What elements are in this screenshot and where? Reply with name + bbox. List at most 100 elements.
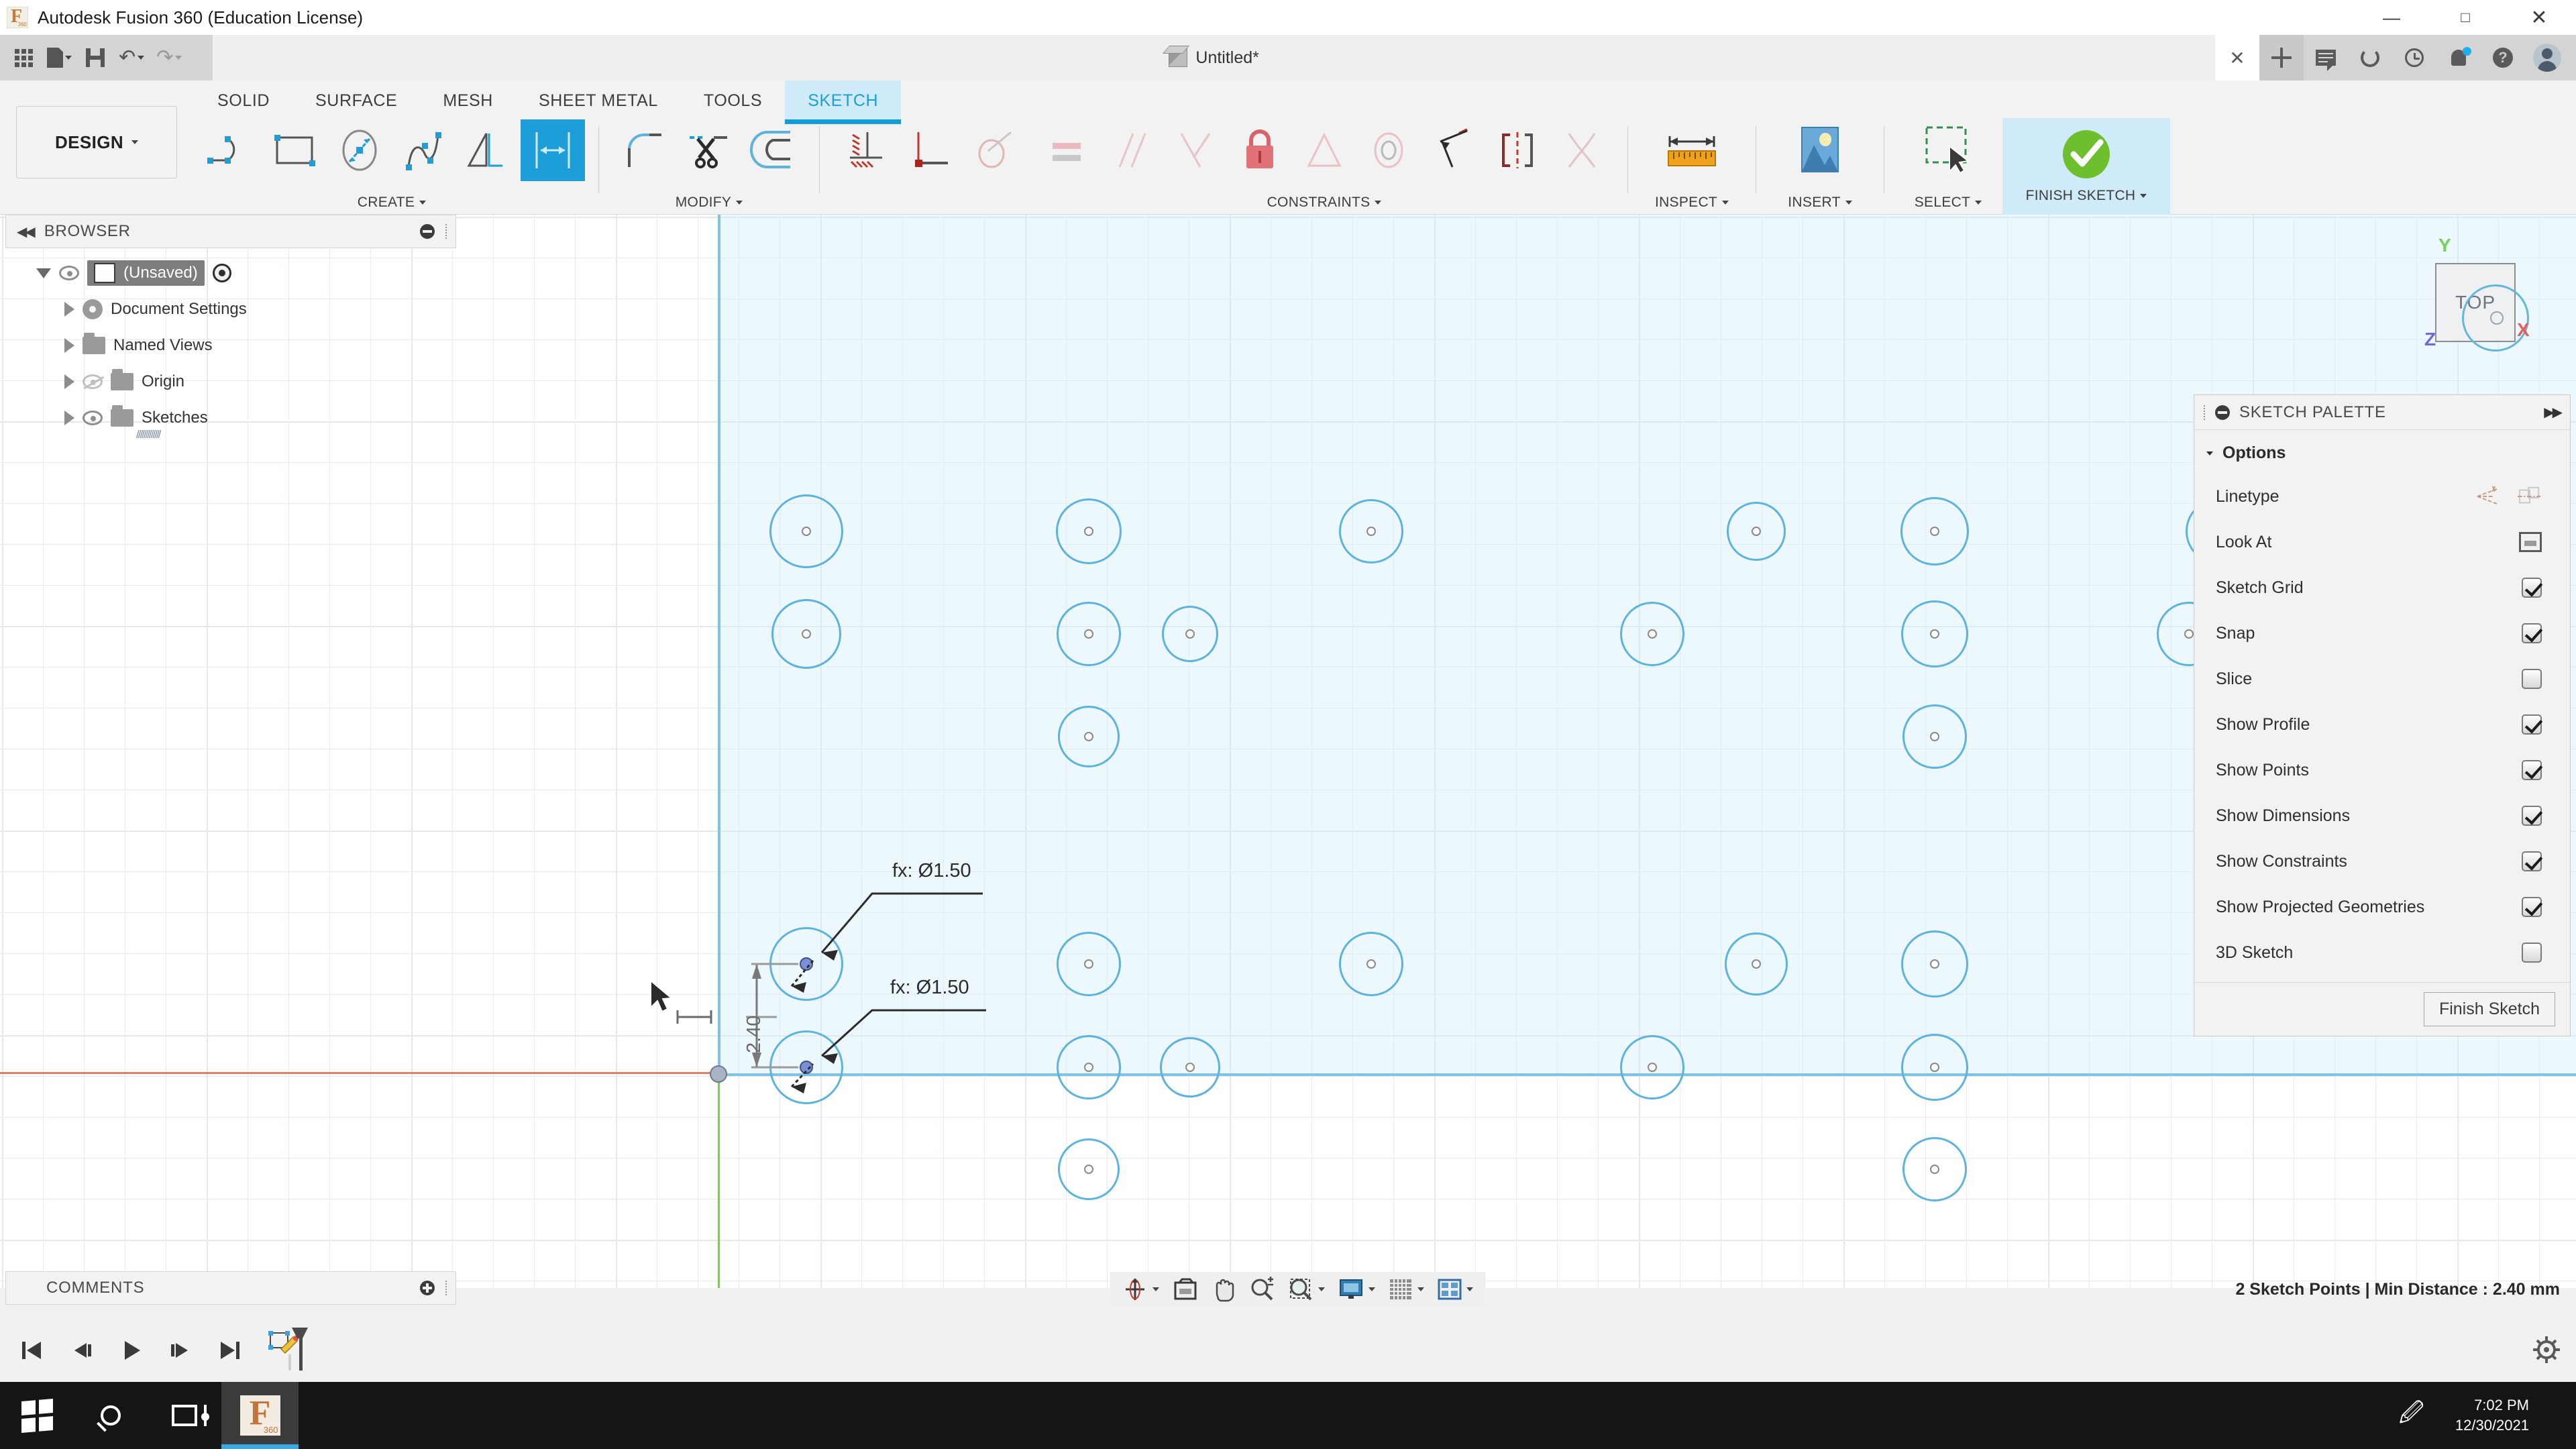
timeline-step-back-button[interactable] — [66, 1335, 97, 1366]
midpoint-constraint-button[interactable] — [1292, 119, 1356, 181]
rectangle-tool-button[interactable] — [263, 119, 327, 181]
tree-item-document-settings[interactable]: Document Settings — [5, 291, 456, 327]
timeline-jump-end-button[interactable] — [215, 1335, 246, 1366]
visibility-eye-icon[interactable] — [59, 266, 79, 280]
offset-tool-button[interactable] — [741, 119, 806, 181]
tree-item-origin[interactable]: Origin — [5, 364, 456, 400]
look-at-icon[interactable] — [2519, 532, 2542, 552]
visibility-eye-icon[interactable] — [83, 411, 103, 425]
chevron-down-icon[interactable] — [36, 268, 51, 278]
help-button[interactable]: ? — [2481, 35, 2525, 80]
sketch-point[interactable] — [1930, 959, 1939, 969]
visibility-eye-off-icon[interactable] — [83, 374, 103, 389]
pen-icon[interactable]: 🖉 — [2380, 1395, 2443, 1436]
tab-sheet-metal[interactable]: SHEET METAL — [516, 80, 681, 120]
insert-image-tool-button[interactable] — [1770, 107, 1870, 194]
sketch-point[interactable] — [802, 527, 811, 536]
tree-item-named-views[interactable]: Named Views — [5, 327, 456, 364]
show-points-checkbox[interactable] — [2522, 760, 2542, 780]
rectangular-pattern-tool-button[interactable] — [521, 119, 585, 181]
sketch-grid-checkbox[interactable] — [2522, 578, 2542, 598]
account-button[interactable] — [2525, 35, 2569, 80]
sketch-dimension-tool-button[interactable] — [833, 119, 898, 181]
3d-sketch-checkbox[interactable] — [2522, 943, 2542, 963]
show-dimensions-checkbox[interactable] — [2522, 806, 2542, 826]
minimize-icon[interactable]: — — [2355, 0, 2428, 35]
close-icon[interactable]: ✕ — [2502, 0, 2576, 35]
tree-item-sketches[interactable]: Sketches ///////////// — [5, 400, 456, 441]
coincident-constraint-button[interactable] — [962, 119, 1026, 181]
collapse-left-icon[interactable]: ◀◀ — [17, 223, 36, 240]
taskbar-app-fusion360[interactable] — [221, 1382, 299, 1449]
select-tool-button[interactable] — [1898, 107, 1998, 194]
snap-checkbox[interactable] — [2522, 623, 2542, 643]
finish-sketch-button[interactable]: FINISH SKETCH — [2002, 118, 2170, 215]
sketch-point[interactable] — [1930, 1165, 1939, 1174]
sketch-point[interactable] — [1366, 959, 1376, 969]
show-profile-checkbox[interactable] — [2522, 714, 2542, 735]
sketch-point[interactable] — [1084, 527, 1093, 536]
sketch-point[interactable] — [1648, 1063, 1657, 1072]
chevron-right-icon[interactable] — [64, 374, 74, 389]
taskbar-clock[interactable]: 7:02 PM 12/30/2021 — [2443, 1395, 2541, 1435]
sketch-point[interactable] — [1185, 629, 1195, 639]
redo-button[interactable]: ↷ — [152, 40, 186, 75]
recent-documents-button[interactable] — [2392, 35, 2436, 80]
tab-tools[interactable]: TOOLS — [681, 80, 785, 120]
tab-sketch[interactable]: SKETCH — [785, 80, 902, 124]
look-at-button[interactable] — [1166, 1272, 1205, 1307]
timeline-sketch-feature[interactable] — [264, 1327, 311, 1374]
origin-point[interactable] — [710, 1065, 727, 1083]
view-cube-home-dot[interactable] — [2490, 311, 2504, 325]
viewports-button[interactable] — [1431, 1272, 1480, 1307]
sketch-point[interactable] — [1084, 732, 1093, 741]
spline-tool-button[interactable] — [392, 119, 456, 181]
show-projected-geometries-checkbox[interactable] — [2522, 897, 2542, 917]
fillet-tool-button[interactable] — [612, 119, 677, 181]
minus-circle-icon[interactable] — [2215, 405, 2230, 420]
chevron-right-icon[interactable] — [64, 338, 74, 353]
perpendicular-constraint-button[interactable] — [1163, 119, 1228, 181]
sketch-point[interactable] — [1084, 959, 1093, 969]
tree-item-unsaved[interactable]: (Unsaved) — [5, 255, 456, 291]
notifications-button[interactable] — [2436, 35, 2481, 80]
new-tab-button[interactable] — [2259, 35, 2304, 80]
sketch-point[interactable] — [1930, 527, 1939, 536]
grid-snaps-button[interactable] — [1382, 1272, 1431, 1307]
sketch-point[interactable] — [1084, 1063, 1093, 1072]
sketch-point[interactable] — [1930, 1063, 1939, 1072]
timeline-play-button[interactable] — [115, 1335, 146, 1366]
taskbar-search-button[interactable] — [74, 1382, 148, 1449]
comments-panel-header[interactable]: COMMENTS — [5, 1271, 456, 1305]
file-menu-button[interactable] — [43, 40, 76, 75]
diameter-dimension-top[interactable]: fx: Ø1.50 — [892, 860, 971, 882]
timeline-step-forward-button[interactable] — [165, 1335, 196, 1366]
sketch-point-selected[interactable] — [800, 1061, 813, 1074]
distance-dimension-vertical[interactable]: 2.40 — [743, 1016, 765, 1053]
concentric-constraint-button[interactable] — [1356, 119, 1421, 181]
symmetry-constraint-button[interactable] — [1485, 119, 1550, 181]
sketch-point[interactable] — [1930, 629, 1939, 639]
sketch-point[interactable] — [1930, 732, 1939, 741]
pan-button[interactable] — [1205, 1272, 1242, 1307]
add-comment-icon[interactable] — [420, 1281, 435, 1295]
diameter-dimension-bottom[interactable]: fx: Ø1.50 — [890, 977, 969, 999]
zoom-button[interactable] — [1242, 1272, 1281, 1307]
circle-tool-button[interactable] — [327, 119, 392, 181]
radio-icon[interactable] — [212, 264, 231, 282]
sketch-point[interactable] — [1648, 629, 1657, 639]
sketch-point[interactable] — [1752, 527, 1761, 536]
fix-unfix-constraint-button[interactable] — [1228, 119, 1292, 181]
equal-constraint-button[interactable] — [1034, 119, 1099, 181]
chevron-right-icon[interactable] — [64, 411, 74, 425]
sketch-point[interactable] — [1084, 1165, 1093, 1174]
panel-grip[interactable] — [2204, 405, 2206, 420]
trim-tool-button[interactable] — [677, 119, 741, 181]
tab-solid[interactable]: SOLID — [195, 80, 292, 120]
minus-circle-icon[interactable] — [420, 224, 435, 239]
construction-line-icon[interactable] — [2475, 485, 2500, 508]
comments-button[interactable] — [2304, 35, 2348, 80]
sketch-point-selected[interactable] — [800, 957, 813, 971]
start-button[interactable] — [0, 1382, 74, 1449]
view-cube[interactable]: TOP Y Z X — [2396, 235, 2564, 362]
